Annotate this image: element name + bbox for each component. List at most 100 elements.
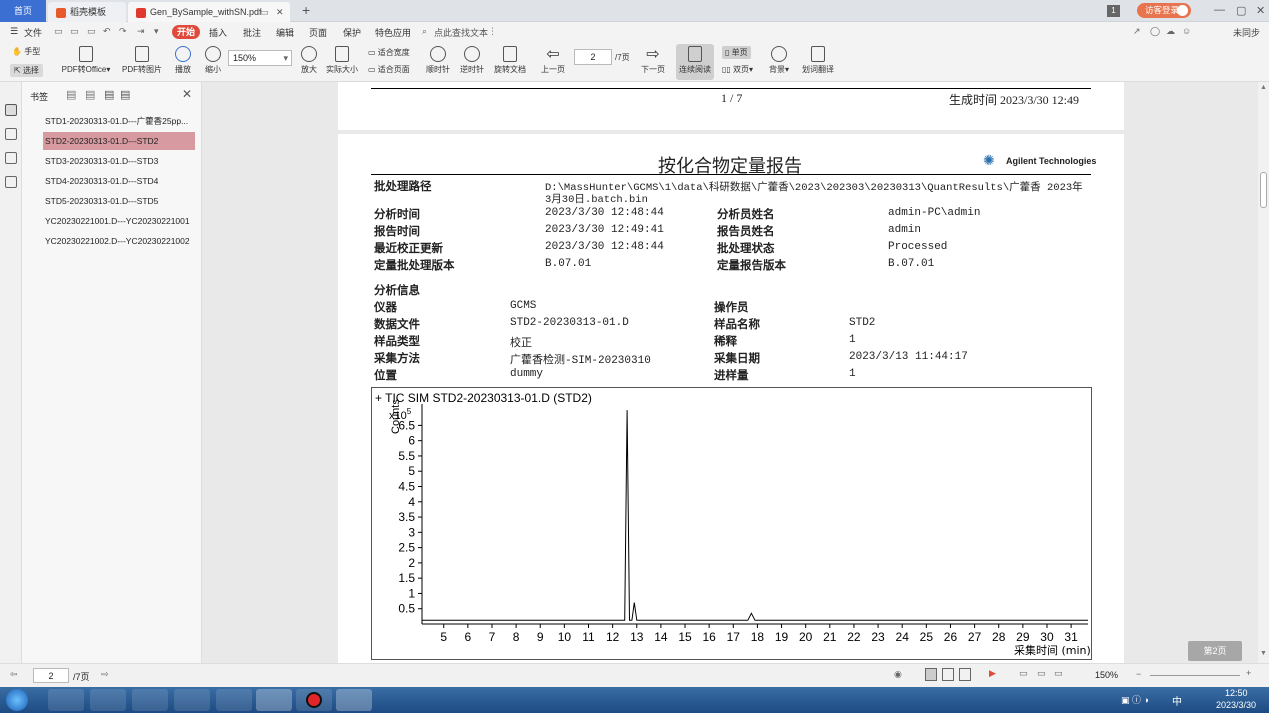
dropdown-icon[interactable]: ▾ (154, 26, 159, 37)
double-page-button[interactable]: ▯▯ 双页▾ (722, 64, 753, 75)
rotate-cw-button[interactable]: 顺时针 (424, 46, 452, 75)
fit-page-button[interactable]: ▭ 适合页面 (368, 64, 410, 75)
single-page-button[interactable]: ▯ 单页 (722, 46, 751, 59)
clock-time[interactable]: 12:50 (1225, 688, 1248, 698)
fit-icon[interactable]: ▭ (1019, 668, 1028, 679)
double-view-icon[interactable] (959, 668, 971, 681)
play-button[interactable]: 播放 (172, 46, 194, 75)
app-taskbar-icon[interactable] (132, 689, 168, 711)
tab-close-icon[interactable]: ✕ (276, 2, 284, 22)
continuous-read-button[interactable]: 连续阅读 (676, 44, 714, 80)
collapse-all-icon[interactable]: ▤ (85, 88, 95, 101)
rotate-document-button[interactable]: 旋转文档 (492, 46, 528, 75)
export-icon[interactable]: ⇥ (137, 26, 145, 37)
tab-pdf-document[interactable]: Gen_BySample_withSN.pdf ▭ ✕ (128, 2, 290, 22)
attachment-icon[interactable] (5, 176, 17, 188)
browser-taskbar-icon[interactable] (90, 689, 126, 711)
share-icon[interactable]: ↗ (1133, 26, 1141, 37)
expand-all-icon[interactable]: ▤ (66, 88, 76, 101)
eye-care-icon[interactable]: ◉ (894, 669, 902, 680)
tab-home[interactable]: 首页 (0, 0, 46, 22)
more-icon[interactable]: ⋮ (488, 26, 497, 37)
cloud-icon[interactable]: ☁ (1166, 26, 1175, 37)
menu-edit[interactable]: 编辑 (276, 26, 294, 39)
prev-page-icon[interactable]: ⇦ (10, 669, 18, 680)
menu-insert[interactable]: 插入 (209, 26, 227, 39)
bookmark-options-icon[interactable]: ▤ (120, 88, 130, 101)
add-bookmark-icon[interactable]: ▤ (104, 88, 114, 101)
zoom-in-status-icon[interactable]: + (1246, 668, 1251, 678)
annotation-icon[interactable] (5, 152, 17, 164)
bookmark-item[interactable]: STD1-20230313-01.D---广藿香25pp... (43, 112, 195, 130)
zoom-in-button[interactable]: 放大 (298, 46, 320, 75)
redo-icon[interactable]: ↷ (119, 26, 127, 37)
single-view-icon[interactable] (942, 668, 954, 681)
calculator-taskbar-icon[interactable] (174, 689, 210, 711)
pdf-to-office-button[interactable]: PDF转Office▾ (58, 46, 114, 75)
emoji-icon[interactable]: ☺ (1182, 26, 1191, 36)
thumbnail-icon[interactable] (5, 128, 17, 140)
start-button[interactable] (6, 689, 28, 711)
zoom-out-button[interactable]: 缩小 (202, 46, 224, 75)
sync-status[interactable]: 未同步 (1233, 26, 1260, 39)
scroll-down-icon[interactable]: ▼ (1260, 650, 1267, 657)
tab-restore-icon[interactable]: ▭ (260, 2, 269, 22)
actual-size-status-icon[interactable]: ▭ (1054, 668, 1063, 679)
clock-date[interactable]: 2023/3/30 (1216, 700, 1256, 710)
fit-page-status-icon[interactable]: ▭ (1037, 668, 1046, 679)
hamburger-icon[interactable]: ☰ (10, 26, 18, 37)
status-zoom-value[interactable]: 150% (1095, 670, 1118, 680)
pdf-to-image-button[interactable]: PDF转图片 (120, 46, 164, 75)
close-window-icon[interactable]: ✕ (1256, 4, 1265, 17)
play-icon[interactable]: ▶ (989, 668, 996, 679)
bookmark-item[interactable]: STD3-20230313-01.D---STD3 (43, 152, 195, 170)
ime-indicator[interactable]: 中 (1172, 693, 1182, 708)
translate-button[interactable]: 划词翻译 (800, 46, 836, 75)
continuous-view-icon[interactable] (925, 668, 937, 681)
bookmark-item-selected[interactable]: STD2-20230313-01.D---STD2 (43, 132, 195, 150)
minimize-icon[interactable]: — (1214, 4, 1225, 16)
page-indicator-button[interactable]: 第2页 (1188, 641, 1242, 661)
menu-annotate[interactable]: 批注 (243, 26, 261, 39)
close-panel-icon[interactable]: ✕ (182, 87, 192, 101)
scrollbar-thumb[interactable] (1260, 172, 1267, 208)
bookmark-panel-icon[interactable] (5, 104, 17, 116)
next-page-button[interactable]: ⇨ 下一页 (638, 46, 668, 75)
prev-page-button[interactable]: ⇦ 上一页 (538, 46, 568, 75)
find-text-input[interactable]: 点此查找文本 (434, 26, 488, 39)
tray-icons[interactable]: ▣ ⓘ ◑ (1121, 693, 1149, 706)
explorer-taskbar-icon[interactable] (48, 689, 84, 711)
window-count-badge[interactable]: 1 (1107, 5, 1120, 17)
masshunter-taskbar-icon[interactable] (336, 689, 372, 711)
tab-template[interactable]: 稻壳模板 (48, 2, 126, 22)
next-page-icon[interactable]: ⇨ (101, 669, 109, 680)
wps-pdf-taskbar-icon[interactable] (256, 689, 292, 711)
recorder-taskbar-icon[interactable] (296, 689, 332, 711)
document-view[interactable]: 1 / 7 生成时间 2023/3/30 12:49 按化合物定量报告 ✺ Ag… (203, 82, 1258, 663)
save-icon[interactable]: ▭ (70, 26, 79, 37)
menu-features[interactable]: 特色应用 (375, 26, 411, 39)
assistant-icon[interactable]: ◯ (1150, 26, 1160, 37)
zoom-select[interactable]: 150% ▾ (228, 50, 292, 66)
bookmark-item[interactable]: YC20230221002.D---YC20230221002 (43, 232, 195, 250)
bookmark-item[interactable]: STD5-20230313-01.D---STD5 (43, 192, 195, 210)
menu-file[interactable]: 文件 (24, 26, 42, 39)
menu-protect[interactable]: 保护 (343, 26, 361, 39)
bookmark-item[interactable]: YC20230221001.D---YC20230221001 (43, 212, 195, 230)
maximize-icon[interactable]: ▢ (1236, 4, 1246, 17)
menu-page[interactable]: 页面 (309, 26, 327, 39)
vertical-scrollbar[interactable]: ▲ ▼ (1258, 82, 1269, 663)
new-tab-icon[interactable]: + (302, 2, 310, 18)
select-tool-button[interactable]: ⇱ 选择 (10, 64, 43, 77)
status-page-input[interactable]: 2 (33, 668, 69, 683)
open-folder-icon[interactable]: ▭ (54, 26, 63, 37)
bookmark-item[interactable]: STD4-20230313-01.D---STD4 (43, 172, 195, 190)
scroll-up-icon[interactable]: ▲ (1260, 84, 1267, 91)
background-button[interactable]: 背景▾ (766, 46, 792, 75)
undo-icon[interactable]: ↶ (103, 26, 111, 37)
print-icon[interactable]: ▭ (87, 26, 96, 37)
menu-start[interactable]: 开始 (172, 25, 200, 39)
zoom-slider[interactable] (1150, 675, 1240, 676)
zoom-out-status-icon[interactable]: − (1136, 669, 1141, 679)
fit-width-button[interactable]: ▭ 适合宽度 (368, 47, 410, 58)
